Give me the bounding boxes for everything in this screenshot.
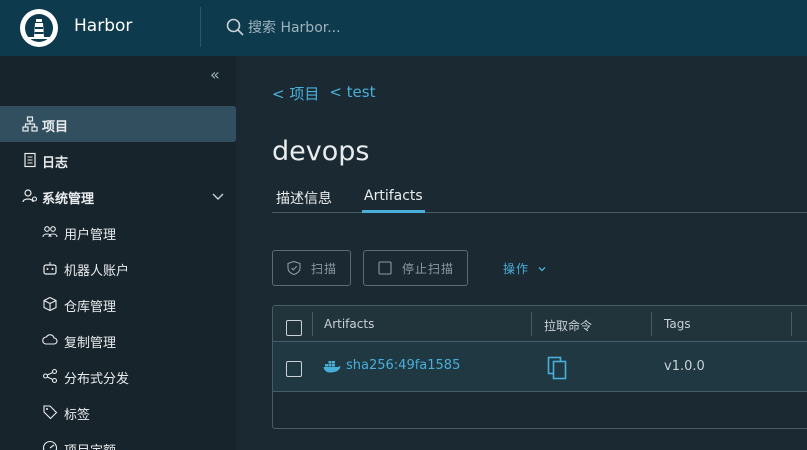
artifact-cell: sha256:49fa1585 bbox=[323, 358, 460, 373]
lighthouse-icon bbox=[25, 14, 53, 42]
collapse-sidebar-icon[interactable]: « bbox=[210, 65, 220, 84]
scan-button-label: 扫描 bbox=[311, 261, 338, 276]
sidebar-item-registries[interactable]: 仓库管理 bbox=[0, 286, 236, 322]
stop-scan-button-label: 停止扫描 bbox=[402, 261, 455, 276]
artifacts-table: Artifacts 拉取命令 Tags sha256:49fa1585 v1.0… bbox=[272, 305, 807, 429]
distribution-icon bbox=[42, 368, 58, 384]
row-checkbox[interactable] bbox=[286, 361, 302, 377]
sidebar-item-logs[interactable]: 日志 bbox=[0, 142, 236, 178]
tab-summary[interactable]: 描述信息 bbox=[276, 188, 332, 213]
search-icon bbox=[226, 18, 244, 36]
stop-scan-button[interactable]: 停止扫描 bbox=[363, 250, 468, 286]
breadcrumb: < 项目 < test bbox=[272, 83, 376, 104]
column-header-tags[interactable]: Tags bbox=[664, 317, 691, 331]
sidebar-item-label: 用户管理 bbox=[64, 228, 117, 243]
projects-icon bbox=[22, 116, 38, 132]
global-search[interactable]: 搜索 Harbor... bbox=[226, 17, 341, 37]
sidebar-item-label: 复制管理 bbox=[64, 336, 117, 351]
table-header: Artifacts 拉取命令 Tags bbox=[273, 306, 807, 342]
sidebar-item-robot-accounts[interactable]: 机器人账户 bbox=[0, 250, 236, 286]
chevron-down-icon[interactable] bbox=[211, 189, 225, 203]
replication-icon bbox=[42, 334, 58, 345]
app-title[interactable]: Harbor bbox=[74, 16, 132, 36]
log-icon bbox=[24, 152, 36, 168]
search-input[interactable]: 搜索 Harbor... bbox=[248, 17, 341, 37]
registry-icon bbox=[43, 296, 57, 312]
quota-icon bbox=[42, 440, 58, 450]
sidebar-item-project-quotas[interactable]: 项目定额 bbox=[0, 430, 236, 450]
column-divider bbox=[651, 312, 652, 336]
sidebar-item-replications[interactable]: 复制管理 bbox=[0, 322, 236, 358]
sidebar-item-label: 项目定额 bbox=[64, 440, 116, 450]
harbor-logo[interactable] bbox=[20, 9, 58, 47]
admin-icon bbox=[22, 189, 38, 203]
robot-icon bbox=[43, 262, 57, 275]
sidebar-item-label: 日志 bbox=[42, 156, 69, 171]
actions-dropdown-label: 操作 bbox=[503, 262, 530, 276]
sidebar: « 项目 日志 系统管理 用户管理 机器人账户 仓库管理 复制管理 分布式分发 … bbox=[0, 56, 236, 450]
users-icon bbox=[42, 226, 58, 238]
sidebar-item-labels[interactable]: 标签 bbox=[0, 394, 236, 430]
tab-bar: 描述信息 Artifacts bbox=[272, 188, 807, 213]
actions-dropdown[interactable]: 操作 bbox=[503, 260, 547, 277]
copy-icon[interactable] bbox=[547, 356, 569, 380]
chevron-down-icon bbox=[538, 266, 546, 271]
sidebar-item-label: 项目 bbox=[42, 120, 69, 135]
select-all-checkbox[interactable] bbox=[286, 320, 302, 336]
stop-icon bbox=[378, 261, 392, 275]
breadcrumb-test-link[interactable]: < test bbox=[329, 83, 375, 104]
sidebar-item-label: 系统管理 bbox=[42, 192, 95, 207]
column-header-artifacts[interactable]: Artifacts bbox=[324, 317, 374, 331]
tab-artifacts[interactable]: Artifacts bbox=[362, 188, 425, 213]
shield-icon bbox=[287, 260, 301, 276]
column-divider bbox=[312, 312, 313, 336]
sidebar-item-label: 机器人账户 bbox=[64, 264, 130, 279]
tags-cell: v1.0.0 bbox=[664, 359, 705, 374]
sidebar-item-label: 分布式分发 bbox=[64, 372, 130, 387]
sidebar-item-distributions[interactable]: 分布式分发 bbox=[0, 358, 236, 394]
scan-button[interactable]: 扫描 bbox=[272, 250, 351, 286]
sidebar-item-label: 标签 bbox=[64, 408, 91, 423]
sidebar-item-users[interactable]: 用户管理 bbox=[0, 214, 236, 250]
docker-icon bbox=[323, 360, 341, 372]
column-divider bbox=[531, 312, 532, 336]
column-header-pull-command[interactable]: 拉取命令 bbox=[544, 317, 592, 334]
sidebar-item-label: 仓库管理 bbox=[64, 300, 117, 315]
breadcrumb-projects-link[interactable]: < 项目 bbox=[272, 83, 319, 104]
artifact-digest-link[interactable]: sha256:49fa1585 bbox=[346, 358, 460, 373]
top-header: Harbor 搜索 Harbor... bbox=[0, 0, 807, 56]
table-row[interactable]: sha256:49fa1585 v1.0.0 bbox=[273, 342, 807, 392]
sidebar-item-administration[interactable]: 系统管理 bbox=[0, 178, 236, 214]
header-divider bbox=[200, 7, 201, 47]
page-title: devops bbox=[272, 136, 370, 167]
tag-icon bbox=[43, 405, 58, 420]
sidebar-item-projects[interactable]: 项目 bbox=[0, 106, 236, 142]
column-divider bbox=[791, 312, 792, 336]
